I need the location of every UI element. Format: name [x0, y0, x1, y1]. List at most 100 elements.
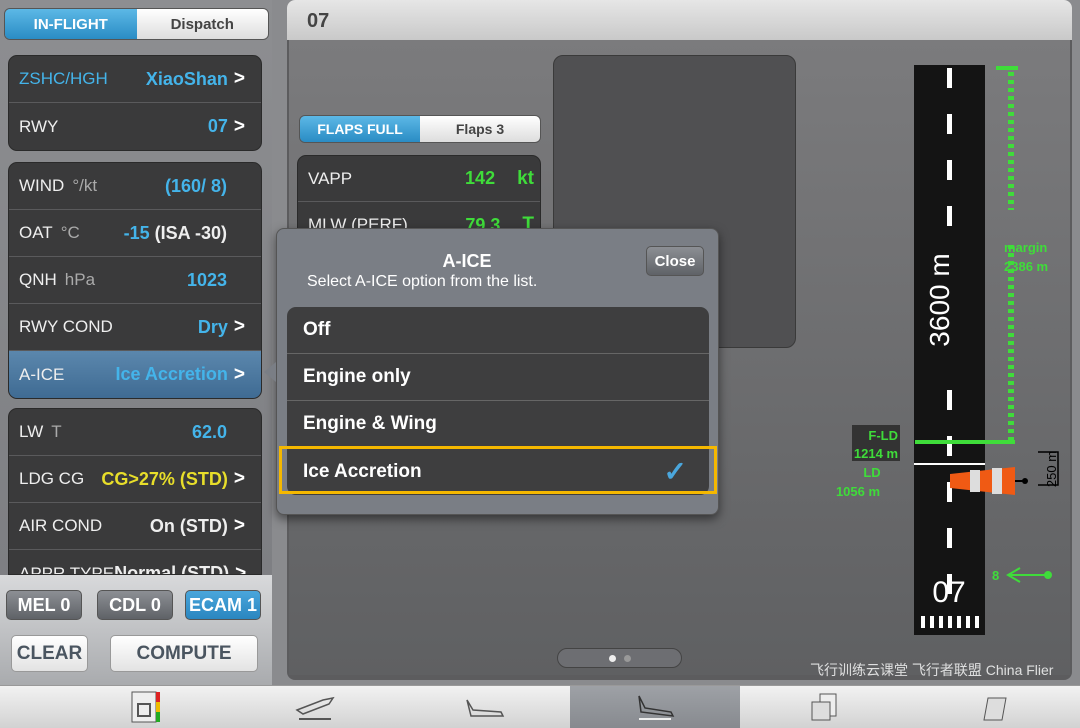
airport-name: XiaoShan — [145, 68, 228, 89]
appr-type-row[interactable]: APPR TYPE Normal (STD) > — [9, 550, 261, 575]
chevron-right-icon: > — [233, 468, 245, 489]
landing-icon — [638, 695, 675, 720]
mel-button[interactable]: MEL 0 — [6, 590, 82, 620]
takeoff-icon — [295, 696, 335, 720]
tab-flaps-3[interactable]: Flaps 3 — [420, 116, 540, 142]
tab-eqrh[interactable] — [60, 686, 230, 728]
air-cond-value: On (STD) — [149, 515, 228, 536]
weights-group: LW T 62.0 LDG CG CG>27% (STD) > AIR COND On (… — [8, 408, 262, 575]
lw-row[interactable]: LW T 62.0 — [9, 409, 261, 456]
close-button[interactable]: Close — [646, 246, 704, 276]
margin-value: 2386 m — [1004, 259, 1048, 274]
chevron-right-icon: > — [233, 115, 245, 137]
oat-label: OAT °C — [19, 223, 80, 242]
ecam-button[interactable]: ECAM 1 — [185, 590, 261, 620]
appr-type-value: Normal (STD) — [114, 563, 230, 575]
rwy-cond-label: RWY COND — [19, 317, 113, 336]
tab-bar — [0, 685, 1080, 728]
option-engine-wing[interactable]: Engine & Wing — [287, 401, 709, 448]
flaps-toggle: FLAPS FULL Flaps 3 — [299, 115, 541, 143]
oat-value: -15 (ISA -30) — [123, 222, 227, 243]
action-panel: MEL 0 CDL 0 ECAM 1 CLEAR COMPUTE — [0, 575, 272, 685]
centerline-dash — [947, 436, 952, 456]
lw-label: LW T — [19, 422, 62, 441]
page-dot-active — [608, 654, 616, 662]
vapp-value: 142 — [465, 168, 496, 188]
ldg-cg-label: LDG CG — [19, 469, 85, 488]
dialog-title: A-ICE — [442, 251, 492, 271]
wind-value: (160/ 8) — [164, 175, 227, 196]
tab-dispatch[interactable]: Dispatch — [136, 9, 268, 39]
fld-line — [915, 440, 1015, 444]
page-dot — [623, 654, 631, 662]
centerline-dash — [947, 114, 952, 134]
runway-surface — [914, 65, 985, 635]
centerline-dash — [947, 68, 952, 88]
page-title: 07 — [287, 0, 1072, 40]
tab-inflight[interactable] — [400, 686, 570, 728]
ld-value: 1056 m — [836, 484, 880, 499]
chevron-right-icon: > — [233, 316, 245, 337]
cdl-button[interactable]: CDL 0 — [97, 590, 173, 620]
option-off[interactable]: Off — [287, 307, 709, 354]
wind-row[interactable]: WIND °/kt (160/ 8) — [9, 163, 261, 210]
centerline-dash — [947, 528, 952, 548]
a-ice-row[interactable]: A-ICE Ice Accretion > — [9, 351, 261, 398]
vapp-label: VAPP — [308, 168, 353, 188]
qnh-row[interactable]: QNH hPa 1023 — [9, 257, 261, 304]
loadsheet-icon — [983, 697, 1007, 721]
ldg-cg-value: CG>27% (STD) — [101, 468, 228, 489]
tab-bar-spacer — [0, 686, 60, 728]
wind-arrow-icon — [1006, 567, 1052, 583]
runway-label: RWY — [19, 116, 59, 136]
option-engine-only[interactable]: Engine only — [287, 354, 709, 401]
air-cond-row[interactable]: AIR COND On (STD) > — [9, 503, 261, 550]
tab-in-flight[interactable]: IN-FLIGHT — [5, 9, 137, 39]
compute-button[interactable]: COMPUTE — [110, 635, 258, 672]
watermark: 飞行训练云课堂 飞行者联盟 China Flier — [810, 662, 1054, 678]
conditions-group: WIND °/kt (160/ 8) OAT °C -15 (ISA -30) QNH h… — [8, 162, 262, 399]
tab-takeoff[interactable] — [230, 686, 400, 728]
tab-flaps-full[interactable]: FLAPS FULL — [300, 116, 420, 142]
runway-row[interactable]: RWY 07 > — [9, 103, 261, 150]
rwy-cond-value: Dry — [197, 316, 228, 337]
vapp-unit: kt — [517, 167, 534, 189]
wind-component-value: 8 — [992, 568, 999, 583]
margin-label: margin — [1004, 240, 1047, 255]
runway-value: 07 — [207, 116, 228, 136]
runway-designator: 07 — [932, 576, 965, 609]
chevron-right-icon: > — [233, 363, 245, 385]
fld-value: 1214 m — [854, 446, 898, 461]
dialog-subtitle: Select A-ICE option from the list. — [307, 273, 538, 290]
page-indicator[interactable] — [557, 648, 682, 668]
tab-landing[interactable] — [570, 686, 740, 728]
ld-line — [914, 463, 985, 465]
centerline-dash — [947, 390, 952, 410]
eqrh-icon — [131, 691, 160, 723]
runway-length: 3600 m — [924, 253, 955, 346]
a-ice-label: A-ICE — [19, 364, 65, 384]
ld-label: LD — [863, 465, 880, 480]
tab-documents[interactable] — [740, 686, 910, 728]
lw-value: 62.0 — [191, 421, 227, 442]
selection-highlight — [279, 446, 717, 494]
tab-loadsheet[interactable] — [910, 686, 1080, 728]
mode-toggle: IN-FLIGHT Dispatch — [4, 8, 269, 40]
runway-diagram: 3600 m 07 margin 2386 m F-LD 1214 m LD 1… — [836, 65, 1059, 635]
appr-type-label: APPR TYPE — [19, 563, 115, 575]
margin-end-tick — [996, 66, 1018, 70]
centerline-dash — [947, 206, 952, 226]
qnh-label: QNH hPa — [19, 270, 96, 289]
chevron-right-icon: > — [233, 68, 245, 89]
ldg-cg-row[interactable]: LDG CG CG>27% (STD) > — [9, 456, 261, 503]
oat-row[interactable]: OAT °C -15 (ISA -30) — [9, 210, 261, 257]
qnh-value: 1023 — [186, 269, 227, 290]
airport-row[interactable]: ZSHC/HGH XiaoShan > — [9, 56, 261, 103]
rwy-cond-row[interactable]: RWY COND Dry > — [9, 304, 261, 351]
vapp-row: VAPP 142 kt — [298, 156, 540, 202]
chevron-right-icon: > — [235, 562, 247, 575]
fld-label: F-LD — [868, 428, 898, 443]
documents-icon — [811, 693, 837, 721]
centerline-dash — [947, 160, 952, 180]
clear-button[interactable]: CLEAR — [11, 635, 88, 672]
